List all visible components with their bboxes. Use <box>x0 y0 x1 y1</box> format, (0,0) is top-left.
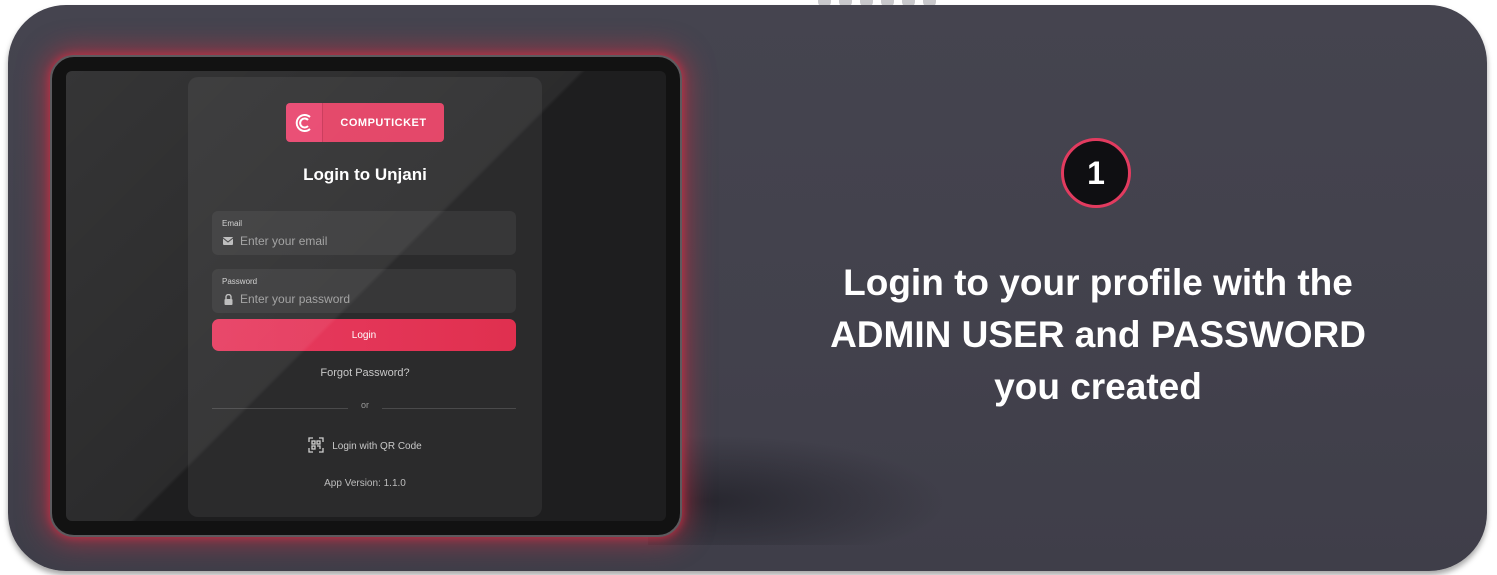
instruction-line: Login to your profile with the <box>843 262 1353 303</box>
tablet-screen: COMPUTICKET Login to Unjani Email Enter … <box>66 71 666 521</box>
login-title: Login to Unjani <box>303 165 427 184</box>
email-field[interactable]: Email Enter your email <box>212 211 516 255</box>
tablet-shadow <box>648 435 948 545</box>
step-instruction: Login to your profile with the ADMIN USE… <box>788 257 1408 413</box>
forgot-password-link[interactable]: Forgot Password? <box>188 367 542 379</box>
lock-icon <box>222 293 234 305</box>
instruction-line: ADMIN USER and PASSWORD <box>830 314 1366 355</box>
email-label: Email <box>222 219 243 228</box>
app-version: App Version: 1.1.0 <box>324 478 406 489</box>
qr-code-icon <box>308 437 324 456</box>
tablet-device: COMPUTICKET Login to Unjani Email Enter … <box>50 55 682 537</box>
computicket-logo-icon <box>286 103 322 142</box>
qr-login-label: Login with QR Code <box>332 441 422 452</box>
login-button[interactable]: Login <box>212 319 516 351</box>
or-separator: or <box>348 400 382 410</box>
mail-icon <box>222 236 234 246</box>
login-panel: COMPUTICKET Login to Unjani Email Enter … <box>188 77 542 517</box>
computicket-logo: COMPUTICKET <box>286 103 444 142</box>
password-field[interactable]: Password Enter your password <box>212 269 516 313</box>
email-input[interactable]: Enter your email <box>240 234 327 248</box>
instruction-card: COMPUTICKET Login to Unjani Email Enter … <box>8 5 1487 571</box>
password-input[interactable]: Enter your password <box>240 292 350 306</box>
password-label: Password <box>222 277 258 286</box>
instruction-line: you created <box>994 366 1202 407</box>
qr-login-link[interactable]: Login with QR Code <box>188 437 542 456</box>
step-number-badge: 1 <box>1061 138 1131 208</box>
brand-name: COMPUTICKET <box>322 103 444 142</box>
